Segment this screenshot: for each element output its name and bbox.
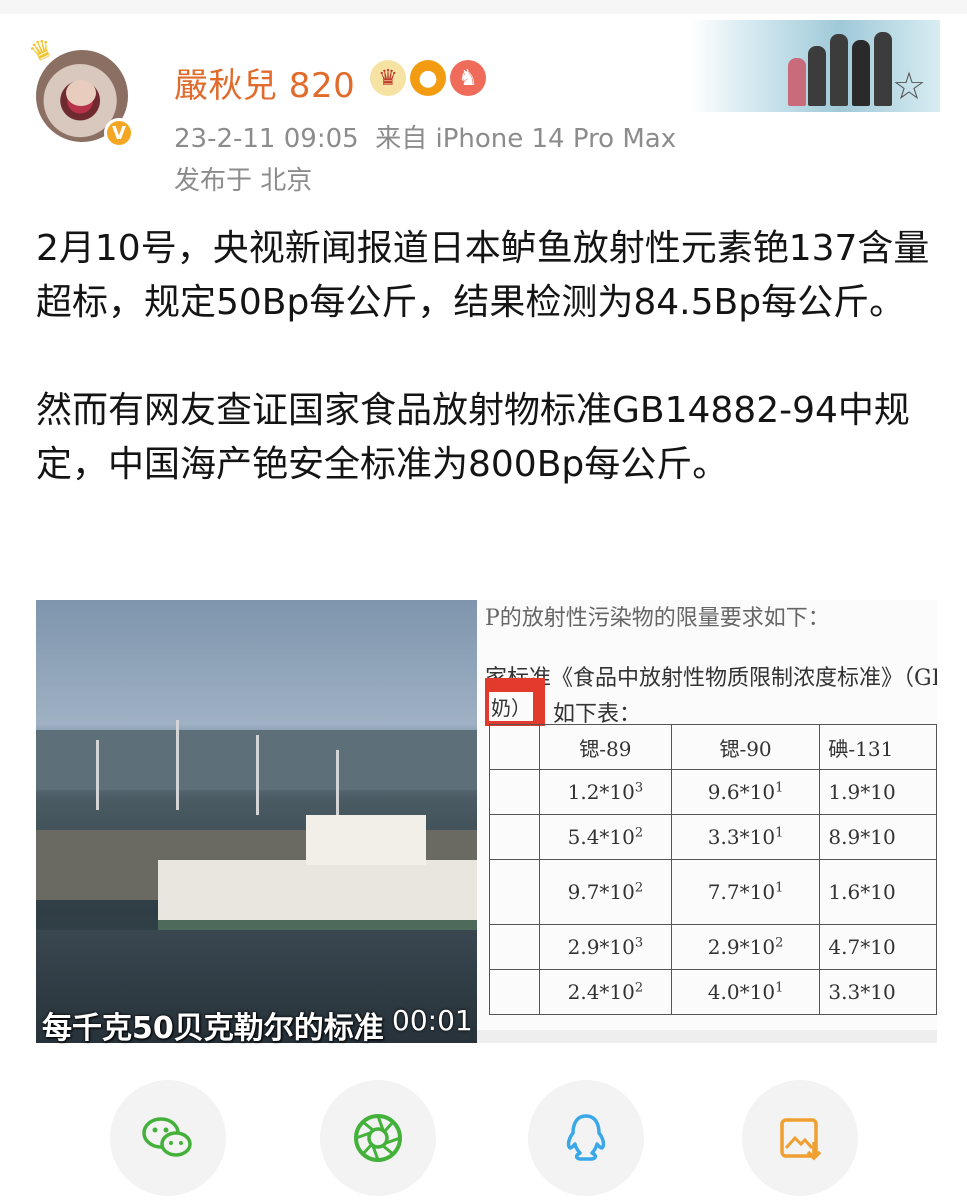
wechat-share-button[interactable] <box>110 1080 226 1196</box>
post-time: 23-2-11 09:05 <box>174 124 359 154</box>
top-strip <box>0 0 967 14</box>
save-image-button[interactable] <box>742 1080 858 1196</box>
post-source: 来自 iPhone 14 Pro Max <box>375 124 677 154</box>
crown-badge-icon: ♛ <box>370 60 406 96</box>
table-cell: 2.9*10 <box>567 935 635 959</box>
table-cell: 4.7*10 <box>828 935 896 959</box>
post-body: 2月10号，央视新闻报道日本鲈鱼放射性元素铯137含量超标，规定50Bp每公斤，… <box>36 222 936 492</box>
post-paragraph: 2月10号，央视新闻报道日本鲈鱼放射性元素铯137含量超标，规定50Bp每公斤，… <box>36 228 930 323</box>
table-row: 5.4*102 3.3*101 8.9*10 <box>488 814 937 860</box>
table-cell: 4.0*10 <box>707 980 776 1004</box>
post-location: 发布于 北京 <box>174 166 313 196</box>
fish-badge-icon: ● <box>410 60 446 96</box>
radiation-limit-table: 锶-89 锶-90 碘-131 1.2*103 9.6*101 1.9*10 5… <box>488 724 937 1015</box>
table-row: 9.7*102 7.7*101 1.6*10 <box>488 859 937 925</box>
table-cell: 3.3*10 <box>707 825 776 849</box>
qq-share-button[interactable] <box>528 1080 644 1196</box>
seahorse-badge-icon: ♞ <box>450 60 486 96</box>
video-duration: 00:01 <box>392 1004 473 1037</box>
red-highlight-box: 奶） <box>485 678 545 726</box>
table-cell: 2.4*10 <box>567 980 635 1004</box>
moments-icon <box>354 1114 402 1162</box>
video-thumbnail[interactable] <box>36 600 477 1043</box>
qq-icon <box>566 1114 606 1161</box>
table-header-row: 锶-89 锶-90 碘-131 <box>488 724 937 770</box>
share-bar <box>0 1080 967 1200</box>
table-cell: 3.3*10 <box>828 980 896 1004</box>
table-header-cell: 锶-89 <box>539 724 672 770</box>
wechat-icon <box>142 1117 192 1157</box>
verified-icon: V <box>104 118 134 148</box>
table-cell: 7.7*10 <box>707 880 776 904</box>
table-cell: 1.6*10 <box>828 880 896 904</box>
table-cell: 2.9*10 <box>707 935 776 959</box>
table-cell: 9.6*10 <box>707 780 776 804</box>
table-cell: 1.2*10 <box>567 780 635 804</box>
moments-share-button[interactable] <box>320 1080 436 1196</box>
username[interactable]: 嚴秋兒 820 <box>174 58 355 107</box>
favorite-star-icon[interactable]: ☆ <box>892 64 926 108</box>
table-cell: 8.9*10 <box>828 825 896 849</box>
doc-text-line: 家标准《食品中放射性物质限制浓度标准》（GI <box>485 666 937 691</box>
video-subtitle: 每千克50贝克勒尔的标准 <box>42 1011 384 1046</box>
table-cell: 1.9*10 <box>828 780 896 804</box>
post-paragraph: 然而有网友查证国家食品放射物标准GB14882-94中规定，中国海产铯安全标准为… <box>36 390 910 485</box>
table-cell: 9.7*10 <box>567 880 635 904</box>
save-image-icon <box>780 1118 822 1161</box>
table-row: 2.9*103 2.9*102 4.7*10 <box>488 924 937 970</box>
user-avatar-block[interactable]: ♛ V <box>25 32 145 151</box>
user-badges: ♛ ● ♞ <box>370 60 486 96</box>
table-row: 1.2*103 9.6*101 1.9*10 <box>488 769 937 815</box>
table-row: 2.4*102 4.0*101 3.3*10 <box>488 969 937 1015</box>
document-image[interactable]: P的放射性污染物的限量要求如下： 家标准《食品中放射性物质限制浓度标准》（GI … <box>477 600 937 1043</box>
table-header-cell: 碘-131 <box>819 724 937 770</box>
table-cell: 5.4*10 <box>567 825 635 849</box>
boat-image <box>158 860 477 930</box>
doc-text-line: P的放射性污染物的限量要求如下： <box>485 606 830 631</box>
redbox-text: 奶） <box>489 692 533 721</box>
table-header-cell: 锶-90 <box>670 724 821 770</box>
post-meta: 23-2-11 09:05 来自 iPhone 14 Pro Max <box>174 118 676 155</box>
